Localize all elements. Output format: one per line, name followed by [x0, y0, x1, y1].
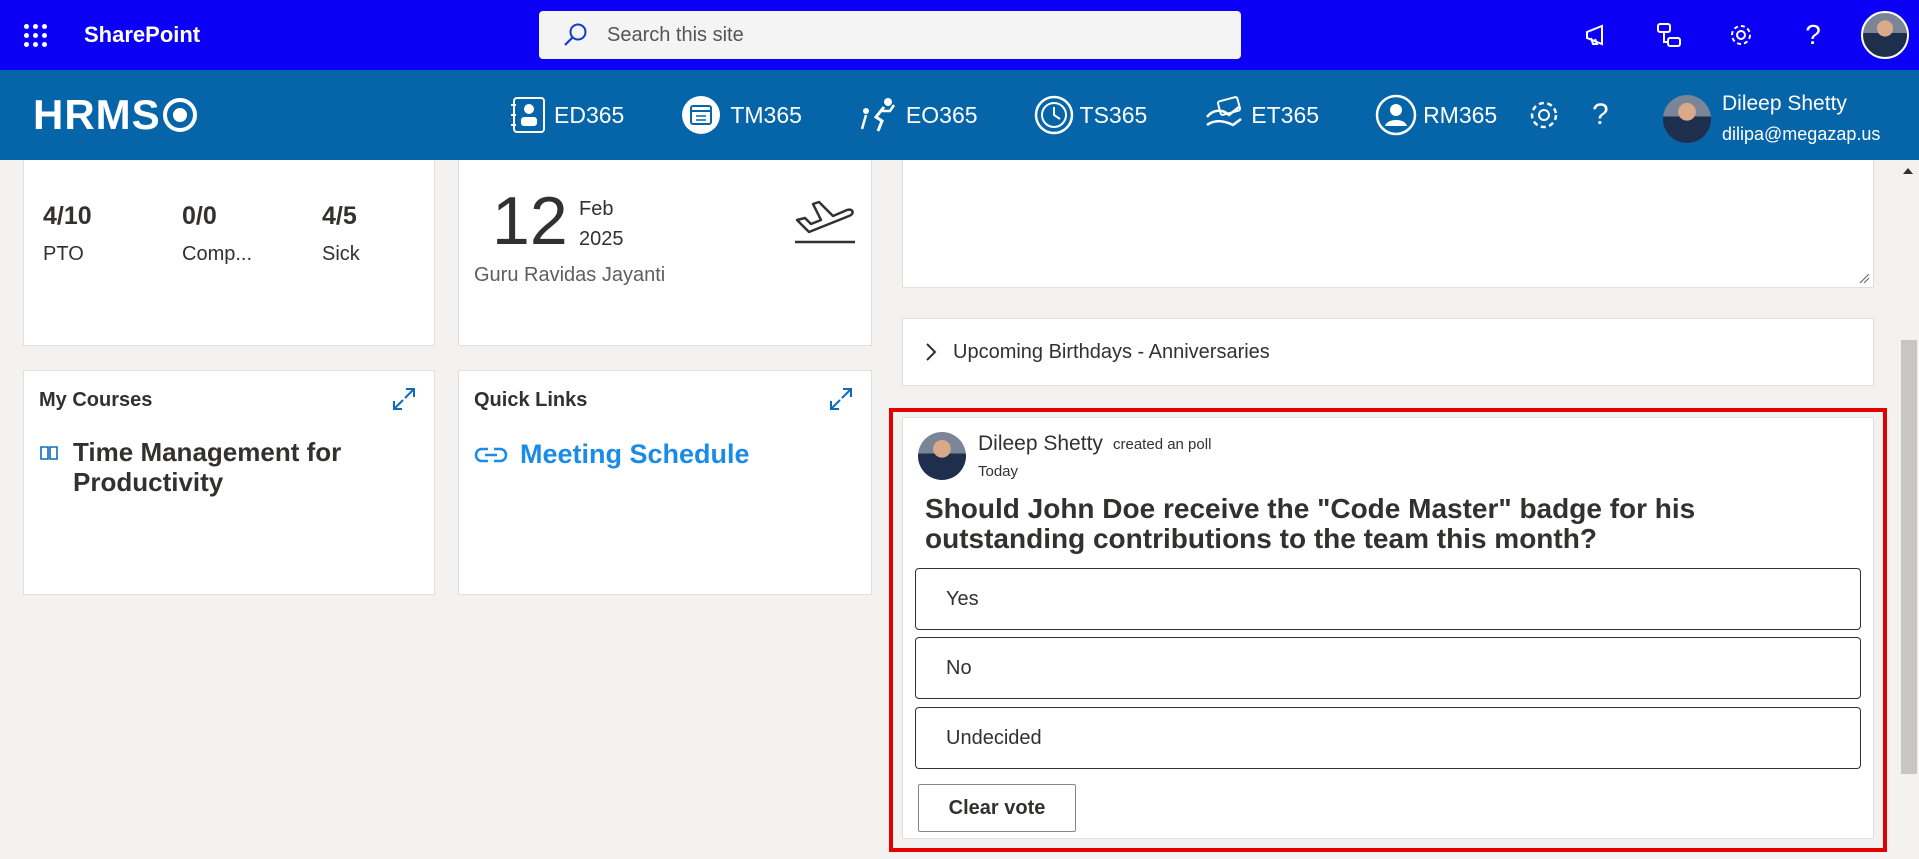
settings-icon[interactable] — [1705, 0, 1777, 70]
leave-label: PTO — [43, 243, 84, 265]
clock-icon — [1034, 95, 1073, 135]
leave-label: Comp... — [182, 243, 253, 265]
calendar-icon — [682, 96, 721, 134]
nav-ed365[interactable]: ED365 — [510, 95, 624, 135]
onboarding-icon — [860, 98, 895, 132]
search-box[interactable] — [539, 11, 1241, 59]
nav-et365[interactable]: ET365 — [1203, 95, 1319, 135]
leave-label: Sick — [322, 243, 360, 265]
birthdays-label: Upcoming Birthdays - Anniversaries — [953, 340, 1270, 363]
airplane-icon — [795, 200, 855, 244]
holiday-year: 2025 — [579, 228, 624, 250]
employee-directory-icon — [511, 97, 545, 133]
scroll-up-icon[interactable] — [1903, 168, 1913, 174]
holiday-day: 12 — [492, 183, 568, 259]
resize-grip-icon[interactable] — [1858, 272, 1870, 284]
quick-link-item[interactable]: Meeting Schedule — [474, 439, 750, 470]
hrms-logo[interactable]: HRMS — [33, 91, 197, 139]
scrollbar[interactable] — [1897, 160, 1919, 859]
expand-icon[interactable] — [829, 387, 853, 411]
leave-balances-card: 4/10 PTO 0/0 Comp... 4/5 Sick — [23, 160, 435, 346]
nav-rm365[interactable]: RM365 — [1375, 94, 1497, 136]
card-title: My Courses — [39, 389, 153, 411]
avatar[interactable] — [1861, 11, 1909, 59]
app-launcher-icon[interactable] — [0, 0, 70, 70]
chevron-right-icon — [926, 343, 937, 361]
hrms-nav-bar: HRMS ED365 TM365 EO365 TS365 ET365 RM365 — [0, 70, 1919, 160]
hrms-logo-text: HRMS — [33, 91, 161, 138]
course-title: Time Management for Productivity — [73, 437, 342, 497]
quick-links-card: Quick Links Meeting Schedule — [458, 370, 872, 595]
search-input[interactable] — [607, 23, 1207, 47]
quick-link-label: Meeting Schedule — [520, 439, 750, 469]
user-email: dilipa@megazap.us — [1722, 124, 1881, 144]
holiday-card: 12 Feb 2025 Guru Ravidas Jayanti — [458, 160, 872, 346]
expense-icon — [1206, 96, 1243, 127]
suite-bar: SharePoint ? — [0, 0, 1919, 70]
leave-value: 0/0 — [182, 202, 217, 230]
card-title: Quick Links — [474, 389, 588, 411]
nav-ts365[interactable]: TS365 — [1034, 95, 1148, 135]
help-icon[interactable]: ? — [1777, 0, 1849, 70]
nav-label: ET365 — [1251, 101, 1320, 128]
avatar — [1663, 94, 1711, 143]
birthdays-anniversaries-section[interactable]: Upcoming Birthdays - Anniversaries — [902, 318, 1874, 386]
expand-icon[interactable] — [392, 387, 416, 411]
book-icon — [40, 446, 58, 460]
link-icon — [474, 447, 508, 462]
leave-value: 4/10 — [43, 202, 92, 230]
nav-label: TM365 — [730, 101, 802, 128]
leave-value: 4/5 — [322, 202, 357, 230]
leave-stat-comp: 0/0 Comp... — [182, 202, 252, 266]
leave-stat-sick: 4/5 Sick — [322, 202, 360, 266]
scrollbar-thumb[interactable] — [1901, 340, 1917, 774]
hrms-help-icon[interactable]: ? — [1592, 98, 1609, 132]
user-circle-icon — [162, 98, 197, 132]
share-icon[interactable] — [1633, 0, 1705, 70]
user-profile[interactable]: Dileep Shetty dilipa@megazap.us — [1663, 92, 1880, 145]
holiday-month: Feb — [579, 198, 614, 220]
hrms-settings-icon[interactable] — [1528, 99, 1560, 131]
nav-label: TS365 — [1079, 101, 1148, 128]
my-courses-card: My Courses Time Management for Productiv… — [23, 370, 435, 595]
post-textarea[interactable] — [902, 160, 1874, 288]
nav-tm365[interactable]: TM365 — [680, 95, 802, 135]
user-name: Dileep Shetty — [1722, 92, 1847, 115]
person-icon — [1375, 94, 1417, 136]
leave-stat-pto: 4/10 PTO — [43, 202, 92, 266]
nav-eo365[interactable]: EO365 — [858, 95, 978, 135]
nav-label: RM365 — [1423, 101, 1498, 128]
highlight-frame — [889, 408, 1887, 852]
course-item[interactable]: Time Management for Productivity — [39, 437, 373, 497]
search-icon — [564, 23, 587, 46]
holiday-name: Guru Ravidas Jayanti — [474, 264, 666, 286]
nav-label: EO365 — [905, 101, 978, 128]
app-title[interactable]: SharePoint — [84, 22, 200, 48]
megaphone-icon[interactable] — [1561, 0, 1633, 70]
nav-label: ED365 — [554, 101, 625, 128]
